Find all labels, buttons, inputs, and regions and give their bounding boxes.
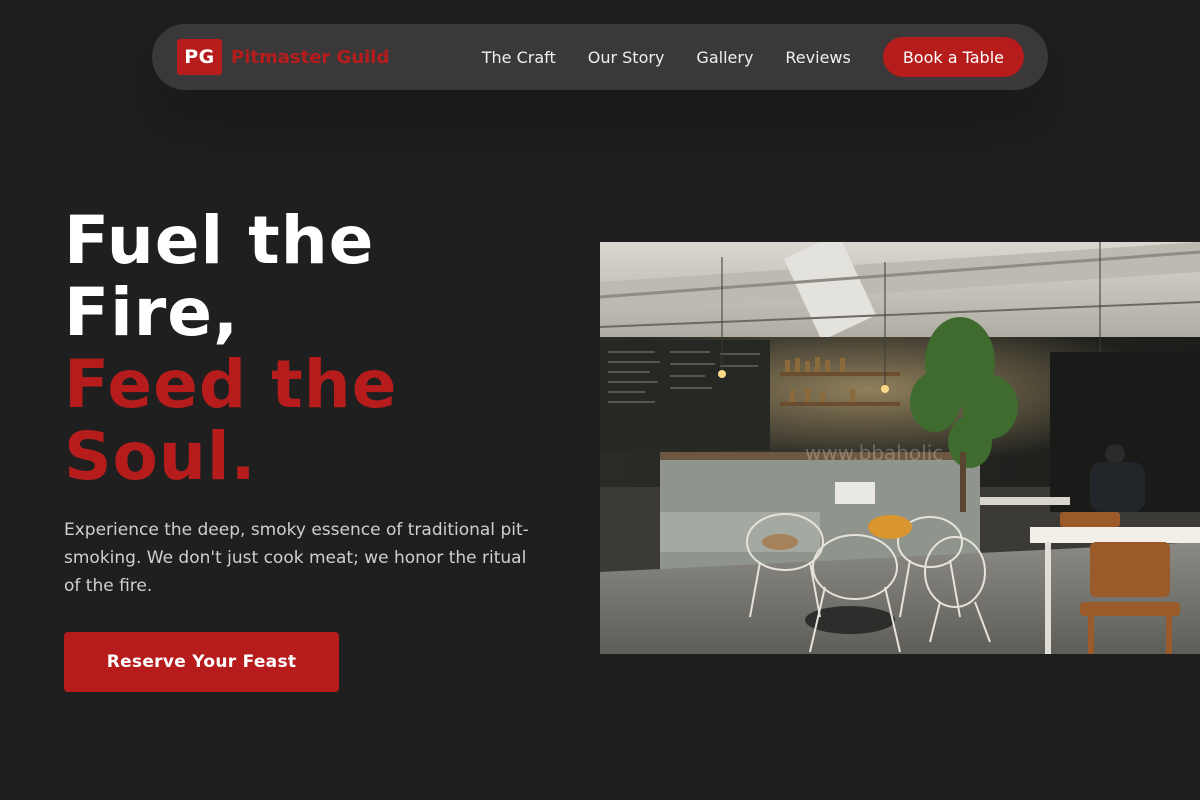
svg-text:www.bbaholic: www.bbaholic (805, 441, 943, 465)
landing-page: PG Pitmaster Guild The Craft Our Story G… (0, 0, 1200, 800)
hero-title-line-4: Soul. (64, 418, 257, 495)
nav-link-reviews[interactable]: Reviews (785, 48, 850, 67)
brand-name[interactable]: Pitmaster Guild (231, 47, 389, 68)
nav-links: The Craft Our Story Gallery Reviews Book… (482, 37, 1024, 77)
nav-link-gallery[interactable]: Gallery (696, 48, 753, 67)
nav-link-our-story[interactable]: Our Story (588, 48, 665, 67)
nav-link-the-craft[interactable]: The Craft (482, 48, 556, 67)
restaurant-interior-illustration: www.bbaholic (600, 242, 1200, 654)
hero-title: Fuel the Fire, Feed the Soul. (64, 205, 397, 493)
brand[interactable]: PG Pitmaster Guild (177, 39, 389, 75)
hero-title-line-1: Fuel the (64, 202, 375, 279)
logo-badge[interactable]: PG (177, 39, 222, 75)
hero-image: www.bbaholic (600, 242, 1200, 654)
reserve-feast-button[interactable]: Reserve Your Feast (64, 632, 339, 692)
hero-title-line-3: Feed the (64, 346, 398, 423)
hero-description: Experience the deep, smoky essence of tr… (64, 520, 529, 596)
book-table-button[interactable]: Book a Table (882, 37, 1024, 77)
top-navbar: PG Pitmaster Guild The Craft Our Story G… (152, 24, 1048, 90)
hero-title-line-2: Fire, (64, 274, 240, 351)
